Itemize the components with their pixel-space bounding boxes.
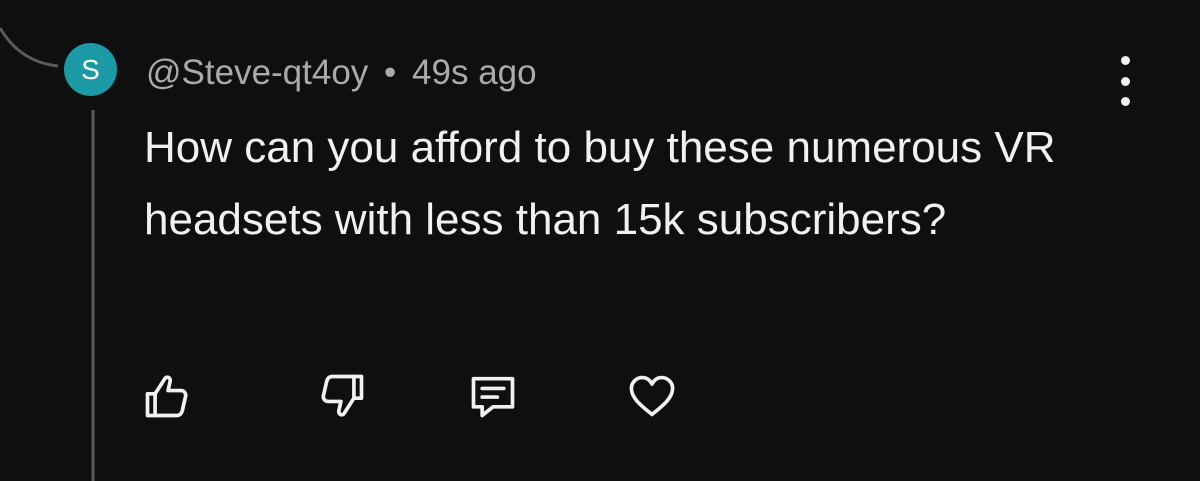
more-vertical-icon: [1120, 56, 1130, 65]
dislike-button[interactable]: [312, 366, 372, 426]
meta-separator: •: [384, 53, 397, 92]
thumbs-up-icon: [145, 375, 188, 418]
comment-actions: [0, 366, 1200, 426]
comment-timestamp: 49s ago: [412, 53, 537, 92]
more-options-button[interactable]: [1105, 56, 1145, 106]
avatar[interactable]: S: [64, 43, 117, 96]
comment-body: How can you afford to buy these numerous…: [144, 123, 1056, 244]
more-vertical-icon-dot: [1120, 76, 1130, 86]
heart-button[interactable]: [622, 366, 682, 426]
author-name[interactable]: @Steve-qt4oy: [146, 53, 368, 92]
comment-meta: @Steve-qt4oy • 49s ago: [146, 50, 537, 96]
more-vertical-icon-dot: [1120, 97, 1130, 106]
thumbs-down-icon: [321, 374, 364, 417]
reply-comment-icon: [471, 376, 515, 418]
reply-button[interactable]: [463, 366, 523, 426]
avatar-letter: S: [81, 53, 100, 85]
heart-icon: [629, 375, 675, 417]
like-button[interactable]: [137, 366, 197, 426]
